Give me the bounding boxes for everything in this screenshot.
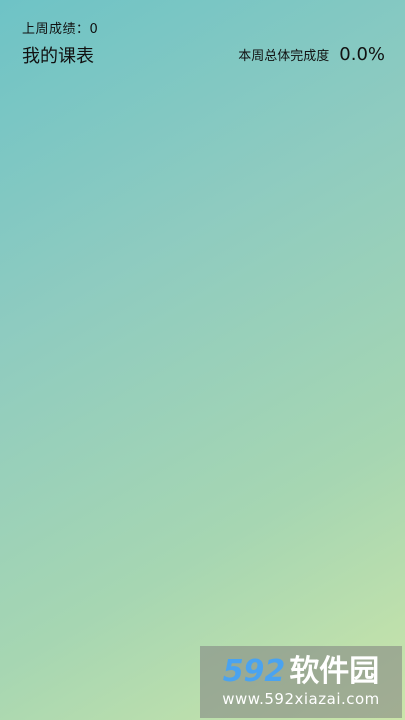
watermark-number: 592 <box>222 654 286 689</box>
watermark-url: www.592xiazai.com <box>222 690 380 708</box>
site-watermark: 592 软件园 www.592xiazai.com <box>200 646 402 718</box>
schedule-screen: 上周成绩：0 我的课表 本周总体完成度 0.0% 592 软件园 www.592… <box>0 0 405 720</box>
completion-label: 本周总体完成度 <box>238 49 330 64</box>
watermark-logo: 592 软件园 <box>223 656 380 688</box>
last-week-score: 上周成绩：0 <box>22 22 99 37</box>
weekly-completion: 本周总体完成度 0.0% <box>238 44 385 65</box>
completion-value: 0.0% <box>339 44 385 65</box>
watermark-text: 软件园 <box>289 654 380 689</box>
page-title: 我的课表 <box>22 46 94 67</box>
